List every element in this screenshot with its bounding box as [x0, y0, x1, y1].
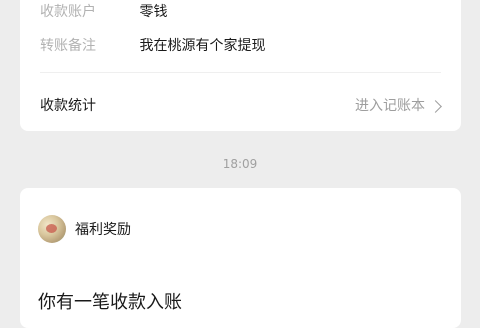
reward-header: 福利奖励 — [38, 215, 131, 243]
reward-title: 福利奖励 — [75, 222, 131, 238]
remark-value: 我在桃源有个家提现 — [139, 38, 266, 54]
reward-avatar-icon — [38, 215, 66, 243]
payment-detail-card: 收款账户 零钱 转账备注 我在桃源有个家提现 收款统计 进入记账本 — [20, 0, 461, 131]
payment-stats-row[interactable]: 收款统计 进入记账本 — [40, 96, 443, 116]
account-label: 收款账户 — [40, 4, 96, 20]
message-timestamp: 18:09 — [222, 157, 258, 171]
reward-card[interactable]: 福利奖励 你有一笔收款入账 — [20, 188, 461, 328]
remark-label: 转账备注 — [40, 38, 96, 54]
divider — [40, 72, 441, 73]
reward-message: 你有一笔收款入账 — [38, 292, 182, 313]
remark-row: 转账备注 我在桃源有个家提现 — [40, 36, 265, 56]
ledger-link-label: 进入记账本 — [355, 98, 425, 114]
account-value: 零钱 — [139, 4, 168, 20]
account-row: 收款账户 零钱 — [40, 2, 167, 22]
chevron-right-icon — [429, 99, 442, 113]
ledger-link[interactable]: 进入记账本 — [355, 96, 443, 116]
payment-stats-title: 收款统计 — [40, 98, 96, 114]
